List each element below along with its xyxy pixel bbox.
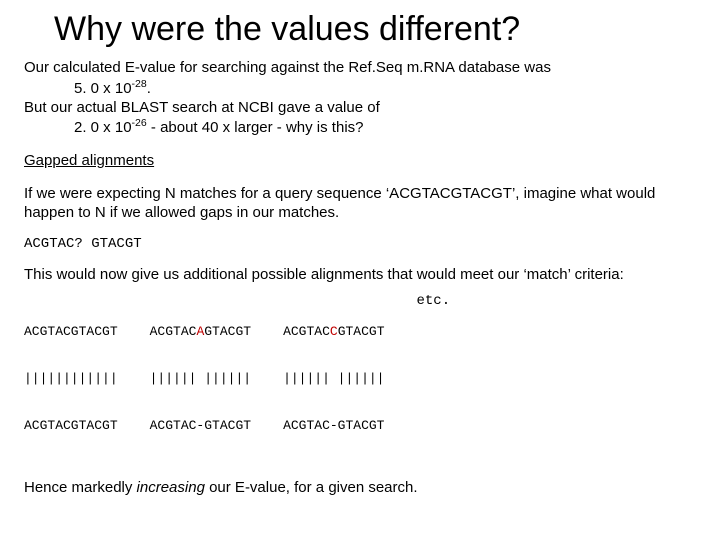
col2-q-c: GTACGT: [204, 324, 251, 339]
paragraph-2: If we were expecting N matches for a que…: [24, 185, 696, 223]
paragraph-4: Hence markedly increasing our E-value, f…: [24, 479, 696, 498]
col3-query: ACGTACCGTACGT: [283, 324, 384, 340]
value1-exp: -28: [132, 78, 147, 90]
p4-emph: increasing: [137, 479, 205, 496]
value1-pre: 5. 0 x 10: [74, 80, 132, 97]
col2-q-a: ACGTAC: [150, 324, 197, 339]
col1-query: ACGTACGTACGT: [24, 324, 118, 340]
intro-line-2: But our actual BLAST search at NCBI gave…: [24, 99, 696, 118]
alignment-col-2: ACGTACAGTACGT |||||| |||||| ACGTAC-GTACG…: [150, 293, 251, 465]
paragraph-3: This would now give us additional possib…: [24, 266, 696, 285]
col3-match: |||||| ||||||: [283, 371, 384, 387]
intro-value-2: 2. 0 x 10-26 - about 40 x larger - why i…: [74, 117, 696, 138]
alignment-col-1: ACGTACGTACGT |||||||||||| ACGTACGTACGT: [24, 293, 118, 465]
p4-pre: Hence markedly: [24, 479, 137, 496]
section-heading: Gapped alignments: [24, 152, 696, 171]
value2-post: - about 40 x larger - why is this?: [147, 119, 364, 136]
value2-pre: 2. 0 x 10: [74, 119, 132, 136]
col2-match: |||||| ||||||: [150, 371, 251, 387]
col3-q-c: GTACGT: [338, 324, 385, 339]
etc-label: etc.: [417, 293, 451, 465]
intro-paragraph: Our calculated E-value for searching aga…: [24, 59, 696, 138]
page-title: Why were the values different?: [54, 10, 696, 49]
col1-subject: ACGTACGTACGT: [24, 418, 118, 434]
intro-value-1: 5. 0 x 10-28.: [74, 78, 696, 99]
col3-subject: ACGTAC-GTACGT: [283, 418, 384, 434]
col1-match: ||||||||||||: [24, 371, 118, 387]
alignment-col-3: ACGTACCGTACGT |||||| |||||| ACGTAC-GTACG…: [283, 293, 384, 465]
value1-post: .: [147, 80, 151, 97]
value2-exp: -26: [132, 117, 147, 129]
slide: Why were the values different? Our calcu…: [0, 0, 720, 509]
col3-q-a: ACGTAC: [283, 324, 330, 339]
gapped-heading: Gapped alignments: [24, 152, 154, 169]
col3-q-insert: C: [330, 324, 338, 339]
intro-line-1: Our calculated E-value for searching aga…: [24, 59, 696, 78]
alignment-row: ACGTACGTACGT |||||||||||| ACGTACGTACGT A…: [24, 293, 696, 465]
sequence-example: ACGTAC? GTACGT: [24, 236, 696, 252]
col2-query: ACGTACAGTACGT: [150, 324, 251, 340]
col2-subject: ACGTAC-GTACGT: [150, 418, 251, 434]
p4-post: our E-value, for a given search.: [205, 479, 418, 496]
